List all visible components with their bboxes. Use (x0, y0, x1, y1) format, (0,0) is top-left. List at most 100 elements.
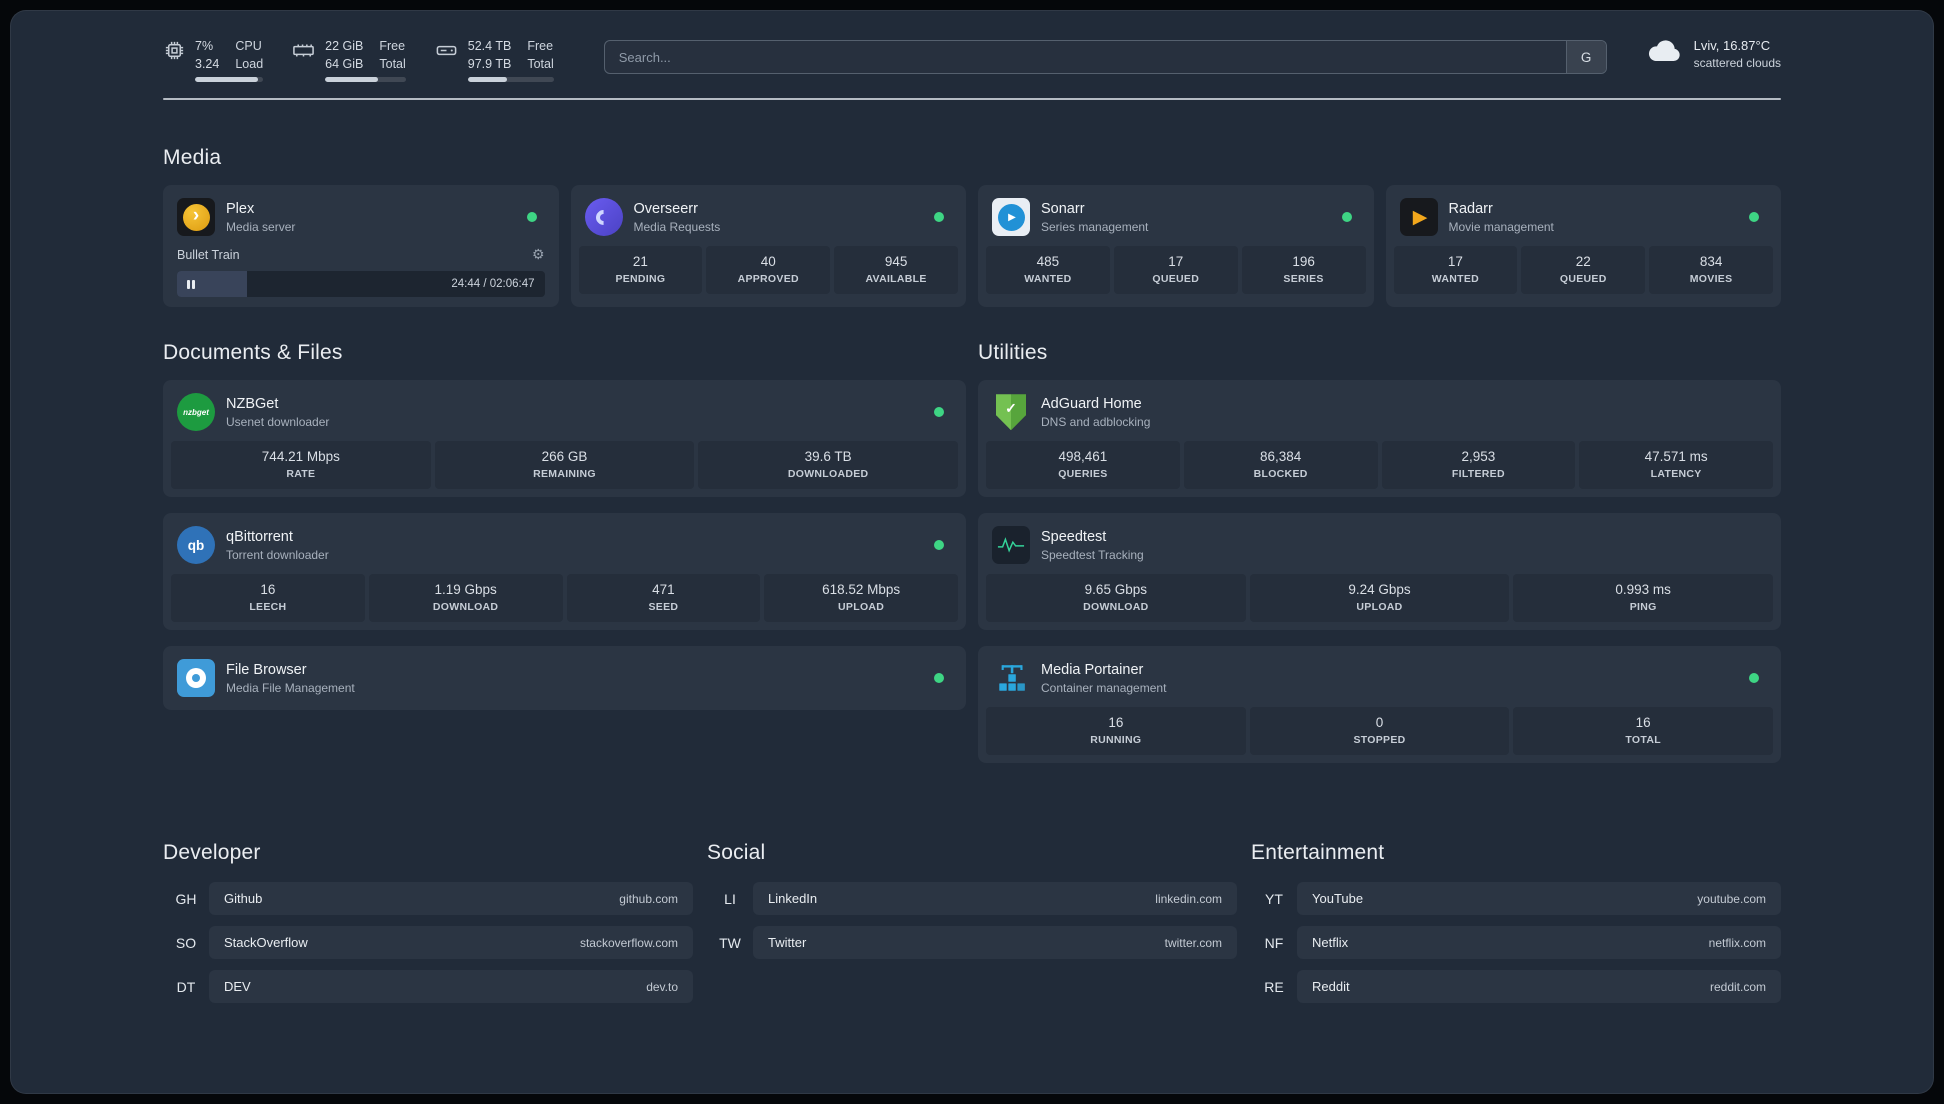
bookmark-row: SO StackOverflow stackoverflow.com (163, 926, 693, 960)
cpu-percent: 7% (195, 39, 214, 53)
service-card-nzbget[interactable]: nzbget NZBGet Usenet downloader 744.21 M… (163, 380, 966, 498)
service-name: Radarr (1448, 200, 1493, 217)
bookmark-link-stackoverflow[interactable]: StackOverflow stackoverflow.com (209, 926, 693, 960)
sonarr-icon: ▶ (992, 198, 1030, 237)
bookmark-url: netflix.com (1708, 935, 1766, 950)
stat-upload: 618.52 Mbps UPLOAD (764, 574, 958, 623)
service-card-portainer[interactable]: Media Portainer Container management 16 … (978, 646, 1781, 764)
stat-label: UPLOAD (1356, 601, 1403, 614)
disk-free-label: Free (527, 39, 554, 53)
stat-running: 16 RUNNING (986, 707, 1246, 756)
dashboard-panel: 7% 3.24 CPU Load 22 GiB 64 GiB Free Tota… (10, 10, 1934, 1094)
service-subtitle: Container management (1041, 680, 1167, 695)
stat-value: 21 (632, 254, 648, 270)
service-card-speedtest[interactable]: Speedtest Speedtest Tracking 9.65 Gbps D… (978, 513, 1781, 631)
stat-download: 9.65 Gbps DOWNLOAD (986, 574, 1246, 623)
stat-seed: 471 SEED (566, 574, 761, 623)
bookmark-row: LI LinkedIn linkedin.com (707, 882, 1237, 916)
stat-series: 196 SERIES (1241, 246, 1366, 295)
weather-widget: Lviv, 16.87°C scattered clouds (1645, 38, 1781, 70)
stat-ping: 0.993 ms PING (1513, 574, 1773, 623)
bookmark-url: youtube.com (1697, 891, 1766, 906)
bookmark-link-linkedin[interactable]: LinkedIn linkedin.com (753, 882, 1237, 916)
stat-label: AVAILABLE (865, 273, 927, 286)
search-bar: G (603, 40, 1607, 74)
search-provider-button[interactable]: G (1565, 41, 1606, 73)
adguard-shield-icon: ✓ (992, 393, 1030, 431)
stat-label: TOTAL (1625, 734, 1661, 747)
plex-icon: › (177, 198, 215, 237)
stat-queued: 17 QUEUED (1113, 246, 1238, 295)
stat-label: LATENCY (1650, 468, 1702, 481)
service-name: Speedtest (1041, 528, 1107, 545)
stat-label: QUEUED (1559, 273, 1607, 286)
bookmark-link-netflix[interactable]: Netflix netflix.com (1297, 926, 1781, 960)
stat-label: STOPPED (1353, 734, 1406, 747)
weather-location: Lviv, 16.87°C (1693, 38, 1771, 53)
stats-row: 16 LEECH 1.19 Gbps DOWNLOAD 471 SEED 618… (171, 574, 958, 623)
search-input[interactable] (604, 41, 1566, 73)
service-card-adguard[interactable]: ✓ AdGuard Home DNS and adblocking 498,46… (978, 380, 1781, 498)
service-card-filebrowser[interactable]: File Browser Media File Management (163, 646, 966, 711)
stat-label: DOWNLOAD (1083, 601, 1149, 614)
bookmark-row: YT YouTube youtube.com (1251, 882, 1781, 916)
service-subtitle: Media Requests (633, 219, 721, 234)
service-card-overseerr[interactable]: Overseerr Media Requests 21 PENDING 40 A… (570, 185, 966, 308)
service-card-plex[interactable]: › Plex Media server Bullet Train ⚙ 24:44… (163, 185, 559, 308)
section-title-developer: Developer (163, 841, 261, 865)
stat-blocked: 86,384 BLOCKED (1183, 441, 1378, 490)
cpu-load-label: Load (235, 57, 264, 72)
stat-value: 618.52 Mbps (822, 582, 901, 598)
playback-progress-bar[interactable]: 24:44 / 02:06:47 (177, 271, 545, 298)
bookmark-link-dev[interactable]: DEV dev.to (209, 970, 693, 1004)
stats-row: 498,461 QUERIES 86,384 BLOCKED 2,953 FIL… (986, 441, 1773, 490)
bookmark-name: Twitter (768, 935, 807, 951)
service-subtitle: Torrent downloader (226, 547, 329, 562)
stat-upload: 9.24 Gbps UPLOAD (1249, 574, 1510, 623)
service-card-sonarr[interactable]: ▶ Sonarr Series management 485 WANTED 17… (978, 185, 1374, 308)
stat-pending: 21 PENDING (578, 246, 703, 295)
bookmark-name: StackOverflow (224, 935, 308, 951)
bookmark-name: YouTube (1312, 891, 1364, 907)
stat-value: 471 (652, 582, 675, 598)
status-dot (934, 407, 944, 418)
stats-row: 16 RUNNING 0 STOPPED 16 TOTAL (986, 707, 1773, 756)
bookmark-link-reddit[interactable]: Reddit reddit.com (1297, 970, 1781, 1004)
bookmark-name: DEV (224, 979, 251, 995)
bookmark-row: NF Netflix netflix.com (1251, 926, 1781, 960)
stat-label: UPLOAD (838, 601, 885, 614)
stat-filtered: 2,953 FILTERED (1381, 441, 1576, 490)
weather-condition: scattered clouds (1693, 56, 1781, 70)
section-title-social: Social (707, 841, 766, 865)
stats-row: 21 PENDING 40 APPROVED 945 AVAILABLE (578, 246, 958, 295)
bookmark-link-github[interactable]: Github github.com (209, 882, 693, 916)
disk-total-label: Total (527, 57, 554, 72)
gear-icon[interactable]: ⚙ (532, 246, 545, 263)
stat-rate: 744.21 Mbps RATE (171, 441, 431, 490)
memory-widget: 22 GiB 64 GiB Free Total (291, 37, 406, 83)
bookmark-url: stackoverflow.com (579, 935, 678, 950)
stat-value: 0 (1375, 715, 1384, 731)
qbittorrent-icon: qb (177, 526, 215, 565)
bookmark-link-twitter[interactable]: Twitter twitter.com (753, 926, 1237, 960)
section-title-media: Media (163, 146, 222, 170)
nzbget-icon: nzbget (177, 393, 215, 432)
bookmark-link-youtube[interactable]: YouTube youtube.com (1297, 882, 1781, 916)
stat-label: PING (1629, 601, 1657, 614)
pause-icon[interactable] (187, 279, 195, 289)
bookmark-abbr: RE (1264, 978, 1284, 995)
stat-value: 196 (1292, 254, 1315, 270)
bookmark-row: DT DEV dev.to (163, 970, 693, 1004)
stat-value: 17 (1447, 254, 1463, 270)
service-name: qBittorrent (226, 528, 293, 545)
service-card-radarr[interactable]: ▶ Radarr Movie management 17 WANTED 22 Q… (1385, 185, 1781, 308)
service-card-qbittorrent[interactable]: qb qBittorrent Torrent downloader 16 LEE… (163, 513, 966, 631)
stat-value: 47.571 ms (1644, 449, 1708, 465)
stats-row: 9.65 Gbps DOWNLOAD 9.24 Gbps UPLOAD 0.99… (986, 574, 1773, 623)
bookmark-url: dev.to (646, 979, 678, 994)
bookmark-name: Netflix (1312, 935, 1349, 951)
stat-value: 86,384 (1259, 449, 1302, 465)
bookmark-abbr: NF (1264, 934, 1284, 951)
stat-latency: 47.571 ms LATENCY (1579, 441, 1773, 490)
service-name: AdGuard Home (1041, 395, 1142, 412)
